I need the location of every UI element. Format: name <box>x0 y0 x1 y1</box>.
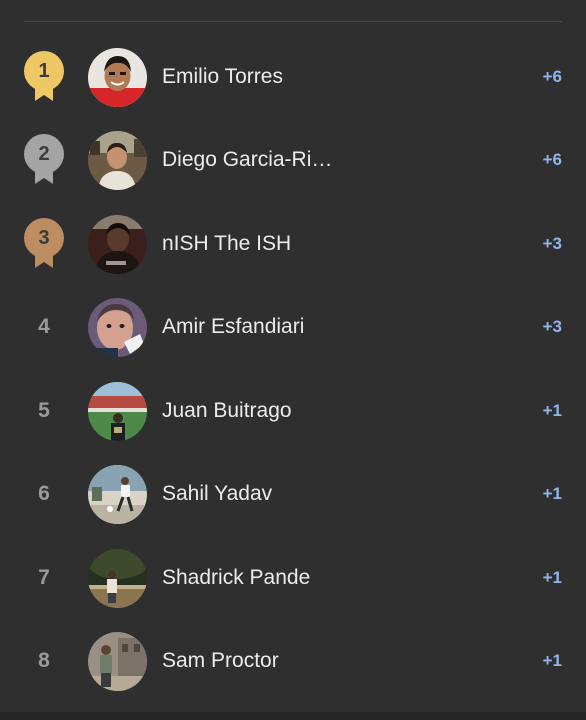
leaderboard-row[interactable]: 2 Diego Garcia-Ri… +6 <box>0 125 586 195</box>
gold-medal-icon: 1 <box>24 51 64 103</box>
rank-number: 3 <box>38 227 50 249</box>
person-avatar-stadium[interactable] <box>88 382 147 441</box>
player-score: +1 <box>542 568 562 587</box>
leaderboard-row[interactable]: 6 Sahil Yadav +1 <box>0 459 586 529</box>
leaderboard-row[interactable]: 7 Shadrick Pande +1 <box>0 543 586 613</box>
leaderboard-row[interactable]: 1 Emilio Torres +6 <box>0 42 586 112</box>
person-avatar-sport[interactable] <box>88 465 147 524</box>
rank-number: 4 <box>38 315 50 338</box>
person-avatar-outdoor[interactable] <box>88 131 147 190</box>
player-score: +3 <box>542 317 562 336</box>
player-name: Diego Garcia-Ri… <box>162 148 333 171</box>
player-score: +1 <box>542 484 562 503</box>
player-name: Sam Proctor <box>162 649 279 672</box>
rank-number: 2 <box>38 143 50 165</box>
person-avatar-dark[interactable] <box>88 215 147 274</box>
player-name: Emilio Torres <box>162 65 283 88</box>
silver-medal-icon: 2 <box>24 134 64 186</box>
player-name: Amir Esfandiari <box>162 315 305 338</box>
player-score: +6 <box>542 67 562 86</box>
player-name: Shadrick Pande <box>162 566 311 589</box>
leaderboard-screen: 1 Emilio Torres +6 2 Diego Garcia-Ri… +6… <box>0 0 586 720</box>
rank-number: 1 <box>38 60 50 82</box>
player-score: +1 <box>542 651 562 670</box>
player-score: +6 <box>542 150 562 169</box>
rank-number: 7 <box>38 566 50 589</box>
rank-number: 6 <box>38 482 50 505</box>
person-avatar-evening[interactable] <box>88 549 147 608</box>
bottom-bar <box>0 712 586 720</box>
player-name: Juan Buitrago <box>162 399 292 422</box>
leaderboard-row[interactable]: 5 Juan Buitrago +1 <box>0 376 586 446</box>
leaderboard-row[interactable]: 8 Sam Proctor +1 <box>0 626 586 696</box>
bronze-medal-icon: 3 <box>24 218 64 270</box>
person-avatar-street[interactable] <box>88 632 147 691</box>
rank-number: 5 <box>38 399 50 422</box>
player-score: +1 <box>542 401 562 420</box>
rank-number: 8 <box>38 649 50 672</box>
player-score: +3 <box>542 234 562 253</box>
person-avatar-closeup[interactable] <box>88 298 147 357</box>
player-name: Sahil Yadav <box>162 482 273 505</box>
player-name: nISH The ISH <box>162 232 292 255</box>
leaderboard-list: 1 Emilio Torres +6 2 Diego Garcia-Ri… +6… <box>0 0 586 712</box>
leaderboard-row[interactable]: 4 Amir Esfandiari +3 <box>0 292 586 362</box>
person-avatar-red-shirt[interactable] <box>88 48 147 107</box>
leaderboard-row[interactable]: 3 nISH The ISH +3 <box>0 209 586 279</box>
